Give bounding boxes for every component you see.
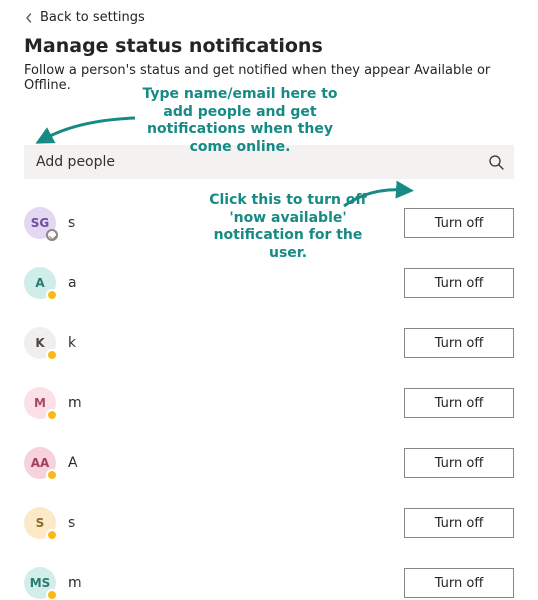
turn-off-button[interactable]: Turn off xyxy=(404,448,514,478)
person-name: A xyxy=(68,455,392,471)
person-row: S s Turn off xyxy=(24,507,514,539)
name-redacted xyxy=(78,335,206,351)
turn-off-button[interactable]: Turn off xyxy=(404,568,514,598)
avatar: SG xyxy=(24,207,56,239)
avatar: S xyxy=(24,507,56,539)
name-first-letter: k xyxy=(68,335,76,351)
person-name: m xyxy=(68,395,392,411)
name-redacted xyxy=(84,395,234,411)
person-name: s xyxy=(68,215,392,231)
person-name: a xyxy=(68,275,392,291)
avatar: MS xyxy=(24,567,56,599)
turn-off-button[interactable]: Turn off xyxy=(404,328,514,358)
presence-indicator xyxy=(46,589,58,600)
turn-off-button[interactable]: Turn off xyxy=(404,388,514,418)
turn-off-button[interactable]: Turn off xyxy=(404,268,514,298)
name-redacted xyxy=(84,575,194,591)
avatar: M xyxy=(24,387,56,419)
person-row: A a Turn off xyxy=(24,267,514,299)
person-name: m xyxy=(68,575,392,591)
avatar: AA xyxy=(24,447,56,479)
turn-off-button[interactable]: Turn off xyxy=(404,208,514,238)
name-first-letter: m xyxy=(68,395,82,411)
presence-indicator xyxy=(46,349,58,361)
person-name: k xyxy=(68,335,392,351)
presence-indicator xyxy=(46,229,58,241)
name-first-letter: m xyxy=(68,575,82,591)
name-first-letter: s xyxy=(68,215,75,231)
page-title: Manage status notifications xyxy=(24,35,514,57)
presence-indicator xyxy=(46,409,58,421)
name-redacted xyxy=(77,215,167,231)
name-redacted xyxy=(80,455,198,471)
person-name: s xyxy=(68,515,392,531)
chevron-left-icon xyxy=(24,13,34,23)
person-row: AA A Turn off xyxy=(24,447,514,479)
name-first-letter: A xyxy=(68,455,78,471)
people-list: SG s Turn off A a Turn off K k Turn off xyxy=(24,207,514,599)
person-row: M m Turn off xyxy=(24,387,514,419)
presence-indicator xyxy=(46,529,58,541)
add-people-search[interactable] xyxy=(24,145,514,179)
name-redacted xyxy=(77,515,155,531)
presence-indicator xyxy=(46,469,58,481)
presence-indicator xyxy=(46,289,58,301)
back-label: Back to settings xyxy=(40,10,145,25)
add-people-input[interactable] xyxy=(34,145,488,179)
person-row: SG s Turn off xyxy=(24,207,514,239)
page-subtitle: Follow a person's status and get notifie… xyxy=(24,63,514,93)
turn-off-button[interactable]: Turn off xyxy=(404,508,514,538)
back-to-settings[interactable]: Back to settings xyxy=(24,10,514,25)
avatar: A xyxy=(24,267,56,299)
search-icon xyxy=(488,154,504,170)
person-row: MS m Turn off xyxy=(24,567,514,599)
person-row: K k Turn off xyxy=(24,327,514,359)
annotation-arrow-add xyxy=(40,110,140,150)
name-first-letter: a xyxy=(68,275,77,291)
name-first-letter: s xyxy=(68,515,75,531)
avatar: K xyxy=(24,327,56,359)
name-redacted xyxy=(79,275,175,291)
